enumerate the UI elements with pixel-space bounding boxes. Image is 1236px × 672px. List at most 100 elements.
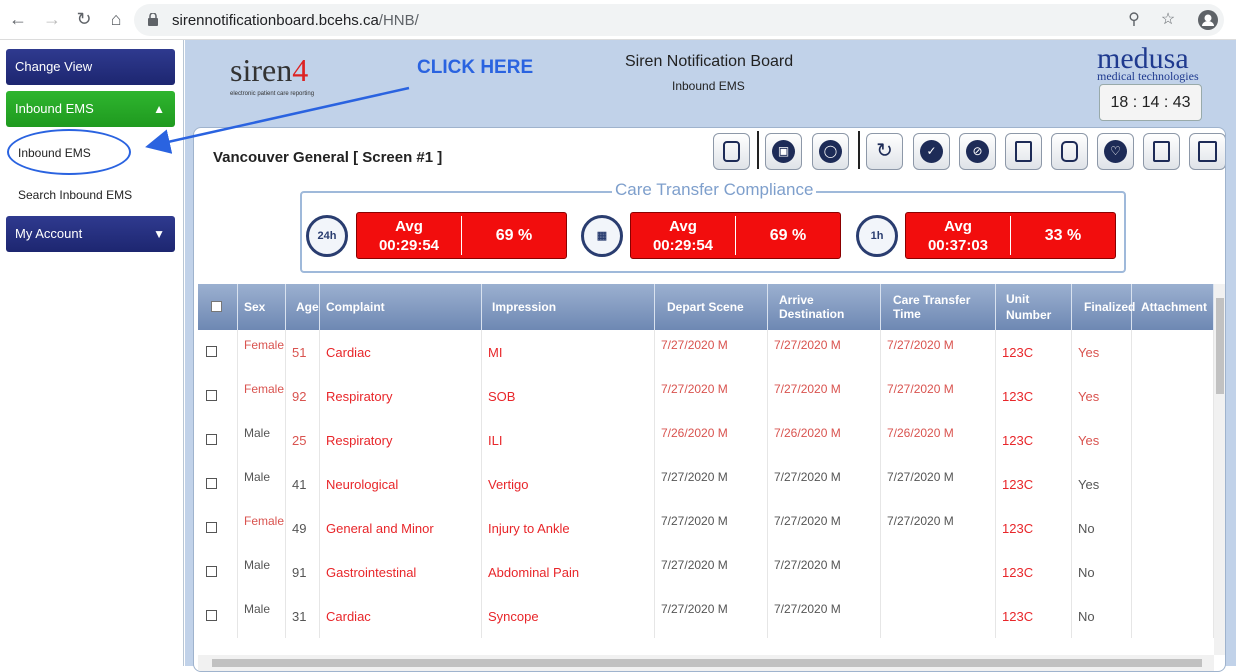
lock-icon — [148, 13, 158, 26]
vertical-scrollbar[interactable] — [1214, 284, 1225, 655]
cell-depart: 7/27/2020 M — [655, 330, 768, 374]
cell-transfer: 7/26/2020 M — [881, 418, 996, 462]
cell-sex: Female — [238, 374, 286, 418]
header-arrive-destination[interactable]: Arrive Destination — [768, 284, 881, 330]
cell-complaint: Respiratory — [320, 374, 482, 418]
cell-age: 25 — [286, 418, 320, 462]
clipboard-icon-button[interactable] — [1143, 133, 1180, 170]
chevron-up-icon: ▲ — [153, 102, 165, 116]
cell-depart: 7/26/2020 M — [655, 418, 768, 462]
table-row[interactable]: Female 49 General and Minor Injury to Ankle… — [198, 506, 1214, 550]
cell-unit: 123C — [996, 550, 1072, 594]
inbound-ems-menu[interactable]: Inbound EMS ▲ — [6, 91, 175, 127]
change-view-button[interactable]: Change View — [6, 49, 175, 85]
list-icon-button[interactable] — [1005, 133, 1042, 170]
cell-arrive: 7/27/2020 M — [768, 550, 881, 594]
calendar-icon: ▦ — [581, 215, 623, 257]
toolbar-separator — [757, 131, 759, 169]
cell-finalized: Yes — [1072, 418, 1132, 462]
table-row[interactable]: Male 25 Respiratory ILI 7/26/2020 M 7/26/2020… — [198, 418, 1214, 462]
change-view-label: Change View — [15, 59, 93, 74]
row-checkbox[interactable] — [206, 434, 217, 445]
table-row[interactable]: Male 41 Neurological Vertigo 7/27/2020 M 7/27… — [198, 462, 1214, 506]
row-checkbox[interactable] — [206, 522, 217, 533]
header-impression[interactable]: Impression — [482, 284, 655, 330]
header-unit-number[interactable]: Unit Number — [996, 284, 1072, 330]
header-age[interactable]: Age — [286, 284, 320, 330]
header-care-transfer-time[interactable]: Care Transfer Time — [881, 284, 996, 330]
cell-age: 92 — [286, 374, 320, 418]
check-icon-button[interactable]: ✓ — [913, 133, 950, 170]
cell-impression: Injury to Ankle — [482, 506, 655, 550]
cell-sex: Male — [238, 550, 286, 594]
url-text: sirennotificationboard.bcehs.ca/HNB/ — [172, 12, 419, 29]
header-attachment[interactable]: Attachment — [1132, 284, 1214, 330]
bed-icon-button[interactable]: ▣ — [765, 133, 802, 170]
ban-icon-button[interactable]: ⊘ — [959, 133, 996, 170]
cell-age: 41 — [286, 462, 320, 506]
inbox-icon-button[interactable] — [713, 133, 750, 170]
table-row[interactable]: Male 31 Cardiac Syncope 7/27/2020 M 7/27/2020… — [198, 594, 1214, 638]
cell-sex: Male — [238, 418, 286, 462]
cell-attach — [1132, 330, 1214, 374]
refresh-icon-button[interactable]: ↻ — [866, 133, 903, 170]
attachment-icon-button[interactable] — [1051, 133, 1088, 170]
header-complaint[interactable]: Complaint — [320, 284, 482, 330]
cell-attach — [1132, 594, 1214, 638]
horizontal-scrollbar[interactable] — [198, 655, 1214, 671]
cell-unit: 123C — [996, 374, 1072, 418]
row-checkbox[interactable] — [206, 478, 217, 489]
my-account-menu[interactable]: My Account ▼ — [6, 216, 175, 252]
forward-icon[interactable]: → — [41, 8, 63, 30]
table-row[interactable]: Female 92 Respiratory SOB 7/27/2020 M 7/27/20… — [198, 374, 1214, 418]
cell-sex: Male — [238, 462, 286, 506]
row-checkbox[interactable] — [206, 610, 217, 621]
header-sex[interactable]: Sex — [238, 284, 286, 330]
profile-icon[interactable] — [1198, 10, 1218, 30]
cell-complaint: Cardiac — [320, 594, 482, 638]
cell-sex: Male — [238, 594, 286, 638]
row-checkbox[interactable] — [206, 566, 217, 577]
cell-depart: 7/27/2020 M — [655, 550, 768, 594]
cell-age: 49 — [286, 506, 320, 550]
cell-finalized: No — [1072, 506, 1132, 550]
back-icon[interactable]: ← — [7, 8, 29, 30]
home-icon[interactable]: ⌂ — [105, 8, 127, 30]
click-here-annotation: CLICK HERE — [417, 57, 534, 78]
print-icon-button[interactable] — [1189, 133, 1225, 170]
reload-icon[interactable]: ↻ — [73, 8, 95, 30]
page-subtitle: Inbound EMS — [672, 79, 745, 93]
table-row[interactable]: Male 91 Gastrointestinal Abdominal Pain 7/27… — [198, 550, 1214, 594]
clock-24h-icon: 24h — [306, 215, 348, 257]
cell-unit: 123C — [996, 462, 1072, 506]
metric-avg: Avg 00:29:54 — [652, 218, 714, 254]
header-depart-scene[interactable]: Depart Scene — [655, 284, 768, 330]
cell-sex: Female — [238, 506, 286, 550]
sidebar-item-search-inbound-ems[interactable]: Search Inbound EMS — [18, 188, 132, 202]
metric-avg: Avg 00:37:03 — [927, 218, 989, 254]
select-all-checkbox[interactable] — [211, 301, 222, 312]
header-finalized[interactable]: Finalized — [1072, 284, 1135, 330]
patient-timer-icon-button[interactable]: ◯ — [812, 133, 849, 170]
zoom-icon[interactable]: ⚲ — [1124, 10, 1144, 30]
bookmark-star-icon[interactable]: ☆ — [1158, 10, 1178, 30]
row-select-cell — [198, 418, 238, 462]
cell-attach — [1132, 462, 1214, 506]
table-row[interactable]: Female 51 Cardiac MI 7/27/2020 M 7/27/2020 M7… — [198, 330, 1214, 374]
cell-sex: Female — [238, 330, 286, 374]
patients-table: Sex Age Complaint Impression Depart Scen… — [198, 284, 1225, 671]
heart-icon-button[interactable]: ♡ — [1097, 133, 1134, 170]
hospital-title: Vancouver General [ Screen #1 ] — [213, 149, 443, 166]
cell-transfer — [881, 550, 996, 594]
cell-age: 91 — [286, 550, 320, 594]
cell-impression: ILI — [482, 418, 655, 462]
highlight-ellipse — [7, 129, 131, 175]
row-checkbox[interactable] — [206, 390, 217, 401]
row-checkbox[interactable] — [206, 346, 217, 357]
cell-complaint: General and Minor — [320, 506, 482, 550]
cell-transfer: 7/27/2020 M — [881, 330, 996, 374]
cell-finalized: Yes — [1072, 462, 1132, 506]
cell-depart: 7/27/2020 M — [655, 374, 768, 418]
cell-complaint: Respiratory — [320, 418, 482, 462]
address-bar[interactable]: sirennotificationboard.bcehs.ca/HNB/ ⚲ ☆ — [134, 4, 1224, 36]
